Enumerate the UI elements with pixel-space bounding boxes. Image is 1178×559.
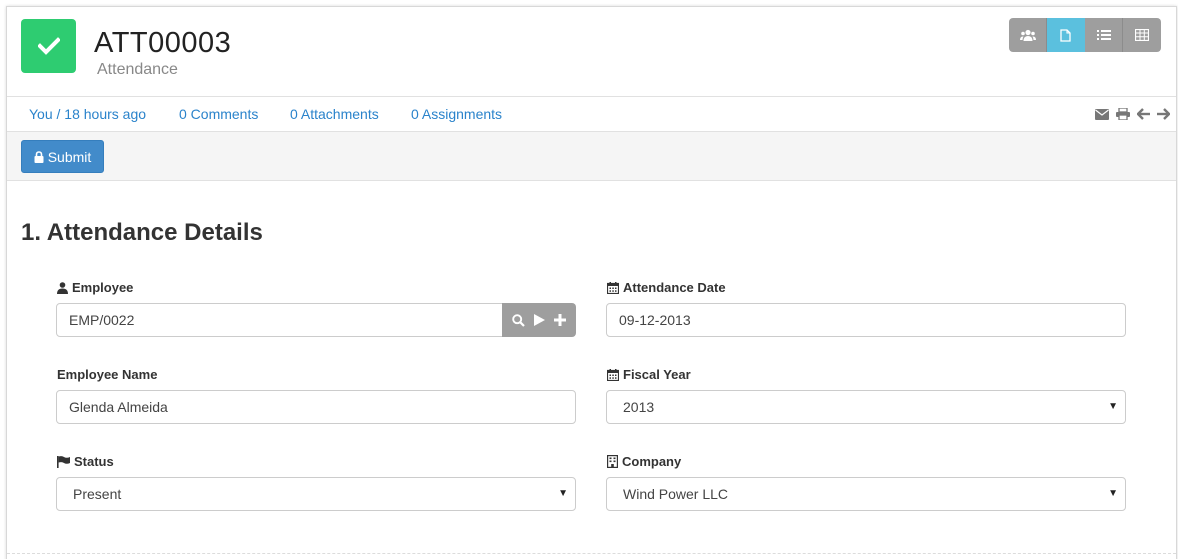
submit-button[interactable]: Submit: [21, 140, 104, 173]
email-icon[interactable]: [1095, 108, 1109, 120]
group-icon: [1019, 29, 1036, 41]
attendance-date-label: Attendance Date: [607, 280, 726, 295]
form-view-button[interactable]: [1047, 18, 1085, 52]
search-icon[interactable]: [511, 313, 525, 327]
employee-field[interactable]: EMP/0022: [56, 303, 503, 337]
meta-tools: [1095, 108, 1170, 120]
page-title: ATT00003: [94, 27, 232, 59]
status-select[interactable]: Present ▼: [56, 477, 576, 511]
document-icon: [1060, 28, 1071, 42]
status-check-icon: [21, 19, 76, 73]
calendar-icon: [607, 281, 619, 294]
attendance-date-field[interactable]: 09-12-2013: [606, 303, 1126, 337]
doctype-subtitle: Attendance: [97, 61, 178, 78]
employee-link-buttons: [502, 303, 576, 337]
chevron-down-icon: ▼: [1108, 401, 1118, 412]
group-view-button[interactable]: [1009, 18, 1047, 52]
document-meta-bar: You / 18 hours ago 0 Comments 0 Attachme…: [7, 96, 1176, 132]
employee-label: Employee: [57, 280, 133, 295]
section-divider: [7, 553, 1176, 554]
arrow-left-icon[interactable]: [1137, 108, 1150, 120]
company-select[interactable]: Wind Power LLC ▼: [606, 477, 1126, 511]
play-icon[interactable]: [533, 314, 545, 326]
chevron-down-icon: ▼: [1108, 488, 1118, 499]
employee-name-field[interactable]: Glenda Almeida: [56, 390, 576, 424]
arrow-right-icon[interactable]: [1157, 108, 1170, 120]
employee-name-label: Employee Name: [57, 367, 158, 382]
list-view-button[interactable]: [1085, 18, 1123, 52]
building-icon: [607, 455, 618, 468]
lock-icon: [34, 150, 44, 163]
table-icon: [1135, 29, 1149, 41]
plus-icon[interactable]: [554, 314, 567, 326]
print-icon[interactable]: [1116, 108, 1130, 120]
report-view-button[interactable]: [1123, 18, 1161, 52]
assignments-link[interactable]: 0 Assignments: [411, 106, 502, 122]
document-form: ATT00003 Attendance You / 18 hours ago 0…: [6, 6, 1177, 559]
comments-link[interactable]: 0 Comments: [179, 106, 258, 122]
section-title: 1. Attendance Details: [21, 219, 263, 246]
check-icon: [37, 37, 60, 55]
flag-icon: [57, 455, 70, 468]
calendar-icon: [607, 368, 619, 381]
attachments-link[interactable]: 0 Attachments: [290, 106, 379, 122]
owner-link[interactable]: You / 18 hours ago: [29, 106, 146, 122]
fiscal-year-select[interactable]: 2013 ▼: [606, 390, 1126, 424]
list-icon: [1096, 30, 1111, 40]
view-switcher: [1009, 18, 1161, 52]
company-label: Company: [607, 454, 681, 469]
submit-button-label: Submit: [47, 148, 92, 165]
action-toolbar: Submit: [7, 132, 1176, 181]
user-icon: [57, 281, 68, 294]
chevron-down-icon: ▼: [558, 488, 568, 499]
fiscal-year-label: Fiscal Year: [607, 367, 691, 382]
status-label: Status: [57, 454, 114, 469]
